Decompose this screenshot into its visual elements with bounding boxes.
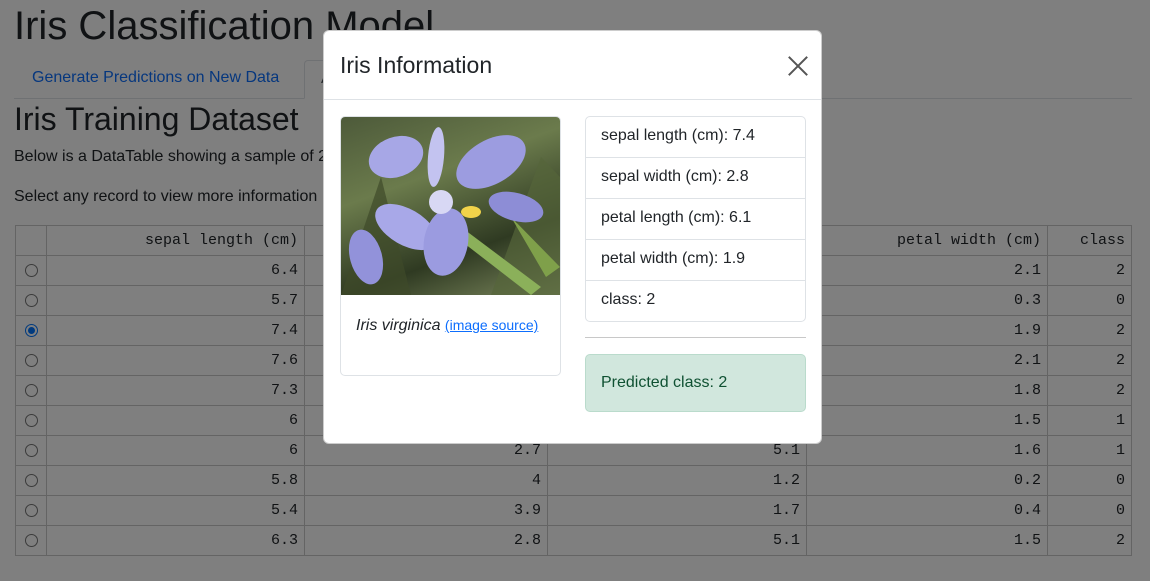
- modal-title: Iris Information: [340, 52, 493, 78]
- prediction-alert: Predicted class: 2: [585, 354, 806, 412]
- species-caption: Iris virginica (image source): [356, 313, 546, 338]
- image-source-link[interactable]: (image source): [445, 317, 538, 333]
- feature-class: class: 2: [601, 291, 656, 308]
- feature-petal-width: petal width (cm): 1.9: [586, 240, 805, 281]
- species-card: Iris virginica (image source): [340, 116, 561, 376]
- divider: [585, 337, 806, 338]
- close-icon[interactable]: [787, 55, 809, 77]
- iris-flower-image: [341, 117, 560, 295]
- feature-list: sepal length (cm): 7.4 sepal width (cm):…: [585, 116, 806, 322]
- iris-info-modal: Iris Information Iris virginica (image s…: [323, 30, 822, 444]
- feature-sepal-length: sepal length (cm): 7.4: [586, 117, 805, 158]
- species-name: Iris virginica: [356, 317, 441, 334]
- feature-petal-length: petal length (cm): 6.1: [586, 199, 805, 240]
- feature-sepal-width: sepal width (cm): 2.8: [586, 158, 805, 199]
- modal-header: Iris Information: [324, 31, 821, 100]
